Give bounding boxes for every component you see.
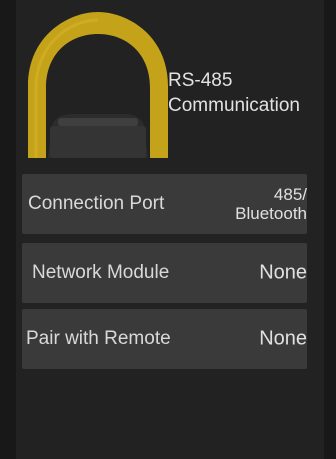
network-module-row[interactable]: Network Module None	[22, 243, 307, 303]
pair-with-remote-row[interactable]: Pair with Remote None	[22, 309, 307, 369]
connection-port-value: 485/ Bluetooth	[235, 185, 307, 223]
device-title: RS-485 Communication	[168, 68, 300, 118]
connection-port-label: Connection Port	[28, 193, 165, 214]
connection-port-row[interactable]: Connection Port 485/ Bluetooth	[22, 174, 307, 234]
device-title-line2: Communication	[168, 95, 300, 116]
rs485-device-icon	[28, 12, 168, 158]
left-edge	[0, 0, 16, 459]
pair-with-remote-value: None	[259, 327, 307, 350]
device-title-line1: RS-485	[168, 70, 233, 91]
right-edge	[324, 0, 336, 459]
pair-with-remote-label: Pair with Remote	[26, 328, 171, 349]
connection-port-value-line2: Bluetooth	[235, 204, 307, 223]
network-module-label: Network Module	[32, 262, 170, 283]
network-module-value: None	[259, 261, 307, 284]
screen: RS-485 Communication Connection Port 485…	[0, 0, 336, 459]
connection-port-value-line1: 485/	[273, 185, 307, 204]
